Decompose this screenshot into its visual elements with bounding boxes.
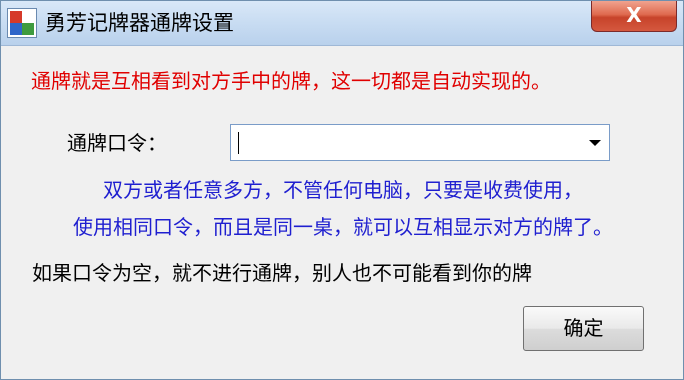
app-icon-blue-square (10, 23, 22, 35)
title-bar[interactable]: 勇芳记牌器通牌设置 X (1, 1, 683, 46)
app-icon[interactable] (7, 8, 37, 38)
app-icon-green-square (22, 23, 34, 35)
command-combobox[interactable] (230, 124, 610, 161)
info-line-2: 使用相同口令，而且是同一桌，就可以互相显示对方的牌了。 (73, 215, 613, 239)
ok-button[interactable]: 确定 (523, 306, 644, 351)
close-button[interactable]: X (591, 1, 677, 32)
close-icon: X (626, 3, 642, 27)
empty-command-note: 如果口令为空，就不进行通牌，别人也不可能看到你的牌 (32, 261, 532, 285)
dialog-window: 勇芳记牌器通牌设置 X 通牌就是互相看到对方手中的牌，这一切都是自动实现的。 通… (0, 0, 684, 380)
info-line-1: 双方或者任意多方，不管任何电脑，只要是收费使用， (103, 178, 583, 202)
notice-text: 通牌就是互相看到对方手中的牌，这一切都是自动实现的。 (31, 69, 551, 93)
text-caret (238, 132, 239, 154)
window-title: 勇芳记牌器通牌设置 (45, 11, 234, 35)
app-icon-red-square (10, 11, 22, 23)
command-label: 通牌口令： (67, 131, 167, 155)
dropdown-arrow-icon[interactable] (589, 140, 601, 146)
